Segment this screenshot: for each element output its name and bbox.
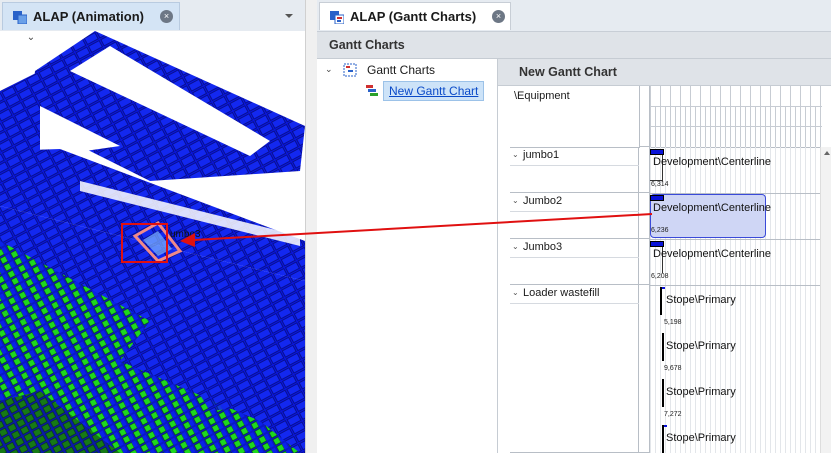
close-icon[interactable]: × xyxy=(492,10,505,23)
scroll-up-icon[interactable] xyxy=(824,151,830,155)
gantt-charts-header: Gantt Charts xyxy=(317,32,831,59)
gantt-tree: ⌄ Gantt Charts New Gantt Chart xyxy=(317,59,498,453)
expander-icon[interactable]: ⌄ xyxy=(512,196,519,205)
tab-title: ALAP (Animation) xyxy=(33,9,144,24)
row-label: Jumbo3 xyxy=(523,241,563,253)
tree-link-label[interactable]: New Gantt Chart xyxy=(383,81,485,101)
tree-item-gantt-charts[interactable]: ⌄ Gantt Charts xyxy=(317,61,497,79)
bar-value: 7,272 xyxy=(664,411,682,418)
gantt-bar[interactable] xyxy=(660,287,662,315)
bar-label: Development\Centerline xyxy=(653,202,772,214)
expander-icon[interactable]: ⌄ xyxy=(512,242,519,251)
animation-tabbar: ALAP (Animation) × xyxy=(0,0,305,32)
row-jumbo1[interactable]: ⌄ jumbo1 xyxy=(510,147,639,193)
bar-label: Development\Centerline xyxy=(653,248,772,260)
gantt-folder-icon xyxy=(343,63,357,77)
chevron-down-icon[interactable]: ⌄ xyxy=(24,33,38,43)
tree-label: Gantt Charts xyxy=(367,63,436,77)
tab-title: ALAP (Gantt Charts) xyxy=(350,9,477,24)
header-gap xyxy=(639,86,650,147)
panel-title: Gantt Charts xyxy=(329,38,405,52)
bar-value: 5,198 xyxy=(664,319,682,326)
expander-icon[interactable]: ⌄ xyxy=(512,288,519,297)
row-label: Loader wastefill xyxy=(523,287,600,299)
gantt-bar[interactable] xyxy=(650,195,664,201)
gantt-chart: New Gantt Chart \Equipment ⌄ jumbo1 ⌄ Ju… xyxy=(498,59,831,453)
bar-label: Stope\Primary xyxy=(666,294,736,306)
row-jumbo3[interactable]: ⌄ Jumbo3 xyxy=(510,239,639,285)
gantt-title: New Gantt Chart xyxy=(519,65,617,79)
row-jumbo2[interactable]: ⌄ Jumbo2 xyxy=(510,193,639,239)
bar-value: 6,208 xyxy=(651,273,669,280)
gantt-title-bar: New Gantt Chart xyxy=(498,59,831,86)
vertical-scrollbar[interactable] xyxy=(820,147,831,453)
gantt-bar[interactable] xyxy=(662,425,664,453)
row-loader-wastefill[interactable]: ⌄ Loader wastefill xyxy=(510,285,639,453)
gantt-tab-icon xyxy=(330,11,344,24)
animation-viewport[interactable]: umbo3 xyxy=(0,31,305,453)
bar-label: Stope\Primary xyxy=(666,386,736,398)
bar-value: 6,236 xyxy=(651,227,669,234)
timeline-header xyxy=(650,86,822,148)
tab-alap-animation[interactable]: ALAP (Animation) × xyxy=(2,2,180,30)
column-header-label: \Equipment xyxy=(514,90,570,102)
tree-item-new-gantt-chart[interactable]: New Gantt Chart xyxy=(317,81,497,101)
close-icon[interactable]: × xyxy=(160,10,173,23)
jumbo-label: umbo3 xyxy=(170,229,201,240)
tab-alap-gantt-charts[interactable]: ALAP (Gantt Charts) × xyxy=(319,2,511,30)
gantt-bar[interactable] xyxy=(662,379,664,407)
row-label: Jumbo2 xyxy=(523,195,563,207)
gantt-tabbar: ALAP (Gantt Charts) × xyxy=(317,0,831,32)
expander-icon[interactable]: ⌄ xyxy=(512,150,519,159)
bar-label: Stope\Primary xyxy=(666,340,736,352)
pane-splitter[interactable] xyxy=(305,0,317,453)
bar-label: Stope\Primary xyxy=(666,432,736,444)
expander-icon[interactable]: ⌄ xyxy=(325,64,333,75)
animation-icon xyxy=(13,11,27,24)
gantt-chart-icon xyxy=(366,85,378,96)
gantt-bar[interactable] xyxy=(662,333,664,361)
bar-label: Development\Centerline xyxy=(653,156,772,168)
bar-value: 9,678 xyxy=(664,365,682,372)
timeline-ticks xyxy=(650,86,822,147)
bar-value: 6,314 xyxy=(651,181,669,188)
row-label: jumbo1 xyxy=(523,149,560,161)
chevron-down-icon[interactable] xyxy=(285,14,293,18)
mine-3d-view: umbo3 xyxy=(0,31,305,453)
gantt-grid[interactable]: Development\Centerline 6,314 Development… xyxy=(650,147,820,453)
equipment-column-header[interactable]: \Equipment xyxy=(510,86,640,148)
